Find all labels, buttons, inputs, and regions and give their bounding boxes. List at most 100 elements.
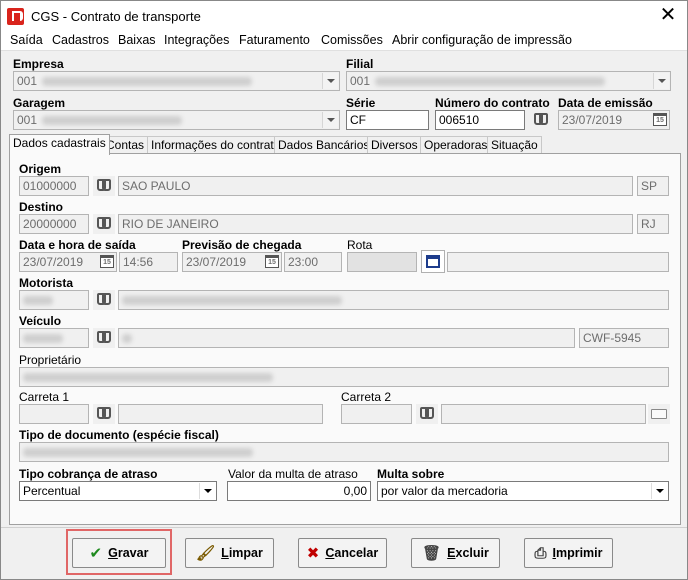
data-saida-value: 23/07/2019: [23, 255, 84, 269]
motorista-name-input[interactable]: [118, 290, 669, 310]
veiculo-placa-input[interactable]: CWF-5945: [579, 328, 669, 348]
check-icon: ✔: [89, 544, 103, 562]
origem-uf-input[interactable]: SP: [637, 176, 669, 196]
tab-operadoras[interactable]: Operadoras: [420, 136, 492, 154]
carreta2-label: Carreta 2: [341, 390, 392, 404]
proprietario-input[interactable]: [19, 367, 669, 387]
calendar-icon[interactable]: 15: [653, 113, 667, 126]
data-emissao-value: 23/07/2019: [562, 113, 623, 127]
numero-contrato-input[interactable]: 006510: [435, 110, 525, 130]
search-veiculo-button[interactable]: [93, 328, 115, 348]
gravar-button[interactable]: ✔ Gravar: [72, 538, 166, 568]
cancelar-button[interactable]: ✖ Cancelar: [298, 538, 387, 568]
menu-cadastros[interactable]: Cadastros: [52, 33, 109, 47]
rota-code-input[interactable]: [347, 252, 417, 272]
search-carreta2-button[interactable]: [416, 404, 438, 424]
excluir-button[interactable]: 🗑 Excluir: [411, 538, 500, 568]
empresa-label: Empresa: [13, 57, 64, 71]
filial-label: Filial: [346, 57, 374, 71]
tab-informacoes-contrato[interactable]: Informações do contrato: [147, 136, 285, 154]
carreta2-desc-input[interactable]: [441, 404, 646, 424]
truck-button[interactable]: [648, 404, 670, 424]
search-destino-button[interactable]: [93, 214, 115, 234]
data-saida-label: Data e hora de saída: [19, 238, 136, 252]
destino-uf-input[interactable]: RJ: [637, 214, 669, 234]
data-emissao-label: Data de emissão: [558, 96, 653, 110]
app-logo-icon: [7, 8, 24, 25]
tab-dados-cadastrais[interactable]: Dados cadastrais: [9, 134, 110, 155]
serie-input[interactable]: CF: [346, 110, 429, 130]
chevron-down-icon: [199, 483, 215, 499]
search-motorista-button[interactable]: [93, 290, 115, 310]
multa-sobre-value: por valor da mercadoria: [381, 484, 508, 498]
serie-label: Série: [346, 96, 376, 110]
imprimir-label: Imprimir: [552, 546, 603, 560]
veiculo-label: Veículo: [19, 314, 62, 328]
veiculo-code-input[interactable]: [19, 328, 89, 348]
data-chegada-input[interactable]: 23/07/2019 15: [182, 252, 282, 272]
menu-bar: Saída Cadastros Baixas Integrações Fatur…: [1, 31, 687, 51]
chevron-down-icon: [322, 112, 338, 128]
previsao-chegada-label: Previsão de chegada: [182, 238, 302, 252]
binoculars-icon: [97, 217, 111, 229]
rota-map-button[interactable]: [421, 250, 445, 273]
numero-contrato-label: Número do contrato: [435, 96, 550, 110]
excluir-label: Excluir: [447, 546, 489, 560]
destino-city-input[interactable]: RIO DE JANEIRO: [118, 214, 633, 234]
veiculo-desc-input[interactable]: [118, 328, 575, 348]
limpar-button[interactable]: 🖌 Limpar: [185, 538, 274, 568]
tab-situacao[interactable]: Situação: [487, 136, 542, 154]
origem-city-input[interactable]: SAO PAULO: [118, 176, 633, 196]
menu-integracoes[interactable]: Integrações: [164, 33, 229, 47]
limpar-label: Limpar: [221, 546, 263, 560]
filial-select[interactable]: 001: [346, 71, 671, 91]
cobranca-atraso-label: Tipo cobrança de atraso: [19, 467, 158, 481]
menu-baixas[interactable]: Baixas: [118, 33, 156, 47]
valor-multa-input[interactable]: 0,00: [227, 481, 371, 501]
multa-sobre-select[interactable]: por valor da mercadoria: [377, 481, 669, 501]
data-chegada-value: 23/07/2019: [186, 255, 247, 269]
redacted-text: [23, 296, 53, 305]
tipo-documento-input[interactable]: [19, 442, 669, 462]
chevron-down-icon: [651, 483, 667, 499]
cobranca-atraso-select[interactable]: Percentual: [19, 481, 217, 501]
calendar-icon[interactable]: 15: [100, 255, 114, 268]
data-saida-input[interactable]: 23/07/2019 15: [19, 252, 117, 272]
hora-saida-input[interactable]: 14:56: [119, 252, 178, 272]
menu-saida[interactable]: Saída: [10, 33, 43, 47]
redacted-text: [23, 334, 63, 343]
broom-icon: 🖌: [196, 544, 216, 562]
search-carreta1-button[interactable]: [93, 404, 115, 424]
title-bar: CGS - Contrato de transporte ✕: [1, 1, 687, 31]
tab-diversos[interactable]: Diversos: [367, 136, 422, 154]
close-icon[interactable]: ✕: [657, 5, 679, 27]
cobranca-atraso-value: Percentual: [23, 484, 81, 498]
imprimir-button[interactable]: ⎙ Imprimir: [524, 538, 613, 568]
destino-code-input[interactable]: 20000000: [19, 214, 89, 234]
hora-chegada-input[interactable]: 23:00: [284, 252, 342, 272]
carreta1-label: Carreta 1: [19, 390, 70, 404]
carreta1-desc-input[interactable]: [118, 404, 323, 424]
tab-dados-bancarios[interactable]: Dados Bancários: [274, 136, 374, 154]
tipo-documento-label: Tipo de documento (espécie fiscal): [19, 428, 219, 442]
calendar-icon[interactable]: 15: [265, 255, 279, 268]
menu-abrir-config[interactable]: Abrir configuração de impressão: [392, 33, 572, 47]
multa-sobre-label: Multa sobre: [377, 467, 445, 481]
menu-comissoes[interactable]: Comissões: [321, 33, 383, 47]
origem-code-input[interactable]: 01000000: [19, 176, 89, 196]
carreta1-code-input[interactable]: [19, 404, 89, 424]
garagem-select[interactable]: 001: [13, 110, 340, 130]
filial-code: 001: [350, 74, 371, 88]
empresa-select[interactable]: 001: [13, 71, 340, 91]
search-origem-button[interactable]: [93, 176, 115, 196]
rota-name-input[interactable]: [447, 252, 669, 272]
carreta2-code-input[interactable]: [341, 404, 412, 424]
search-contract-button[interactable]: [530, 110, 552, 130]
binoculars-icon: [97, 293, 111, 305]
binoculars-icon: [420, 407, 434, 419]
menu-faturamento[interactable]: Faturamento: [239, 33, 310, 47]
redacted-text: [42, 77, 252, 86]
cancel-x-icon: ✖: [306, 544, 320, 562]
motorista-code-input[interactable]: [19, 290, 89, 310]
data-emissao-input[interactable]: 23/07/2019 15: [558, 110, 670, 130]
